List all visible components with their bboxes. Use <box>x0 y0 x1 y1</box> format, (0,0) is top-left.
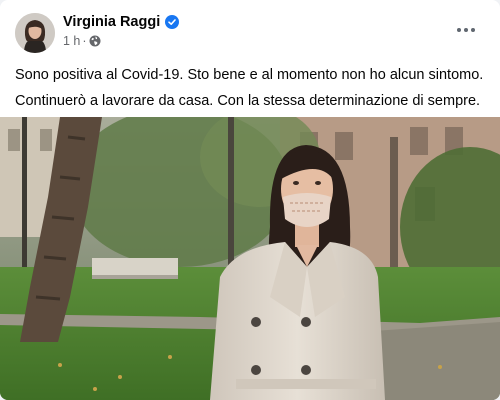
post-text-line: Sono positiva al Covid-19. Sto bene e al… <box>15 67 484 83</box>
post-meta: 1 h · <box>63 34 101 48</box>
post-text-line: Continuerò a lavorare da casa. Con la st… <box>15 93 481 109</box>
post-card: Virginia Raggi 1 h · Sono positiva al Co… <box>0 0 500 400</box>
meta-separator: · <box>82 34 87 48</box>
more-options-icon[interactable] <box>452 18 480 42</box>
post-timestamp[interactable]: 1 h <box>63 34 80 48</box>
author-name[interactable]: Virginia Raggi <box>63 14 160 30</box>
verified-badge-icon <box>165 15 180 29</box>
post-photo[interactable] <box>0 117 500 400</box>
post-text: Sono positiva al Covid-19. Sto bene e al… <box>15 62 485 114</box>
globe-icon[interactable] <box>89 35 101 47</box>
author-avatar[interactable] <box>15 13 55 53</box>
post-header: Virginia Raggi 1 h · <box>0 0 500 60</box>
author-name-row: Virginia Raggi <box>63 14 180 30</box>
